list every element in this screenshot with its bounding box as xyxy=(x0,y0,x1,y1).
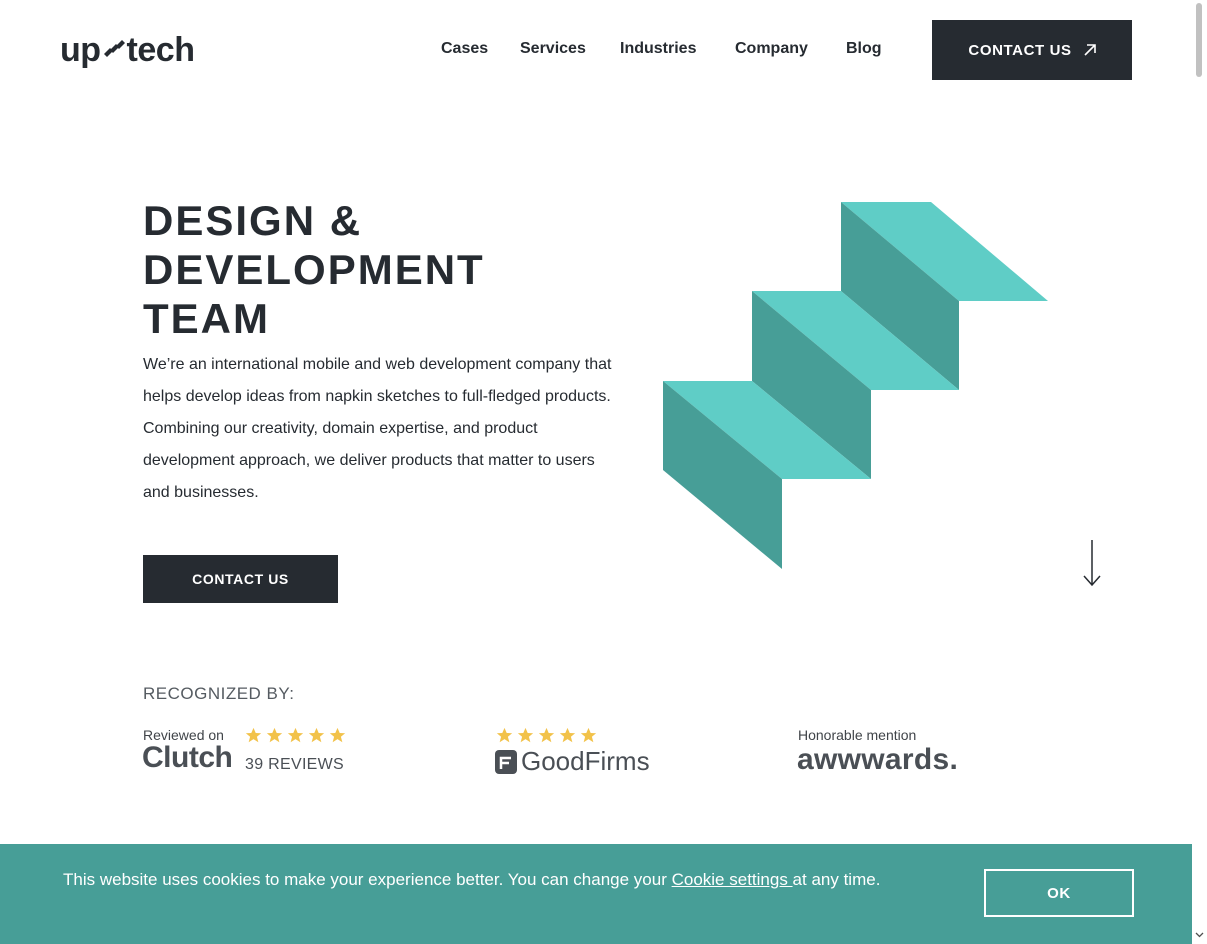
logo-text-left: up xyxy=(60,30,101,69)
clutch-logo: Clutch xyxy=(142,741,233,774)
star-icon xyxy=(538,727,555,743)
hero-contact-button[interactable]: CONTACT US xyxy=(143,555,338,603)
star-icon xyxy=(517,727,534,743)
arrow-up-right-icon xyxy=(1084,44,1096,56)
hero-title-line: TEAM xyxy=(143,295,270,342)
star-icon xyxy=(287,727,304,743)
cookie-text-before: This website uses cookies to make your e… xyxy=(63,870,672,889)
nav-item-company[interactable]: Company xyxy=(735,40,808,58)
recognized-heading: RECOGNIZED BY: xyxy=(143,684,295,703)
goodfirms-icon xyxy=(495,749,517,774)
arrow-down-icon[interactable] xyxy=(1081,538,1103,588)
star-icon xyxy=(580,727,597,743)
cookie-message: This website uses cookies to make your e… xyxy=(63,870,880,890)
chevron-down-icon[interactable] xyxy=(1195,930,1204,939)
star-icon xyxy=(559,727,576,743)
site-header: up tech Cases Services Industries Compan… xyxy=(0,0,1192,100)
logo-mark-icon xyxy=(103,40,125,57)
page-scrollbar[interactable] xyxy=(1192,0,1207,944)
nav-item-blog[interactable]: Blog xyxy=(846,40,882,58)
cookie-ok-button[interactable]: OK xyxy=(984,869,1134,917)
nav-item-services[interactable]: Services xyxy=(520,40,586,58)
star-icon xyxy=(245,727,262,743)
hero-title-line: DEVELOPMENT xyxy=(143,246,485,293)
header-contact-label: CONTACT US xyxy=(968,41,1072,59)
awwwards-logo: awwwards. xyxy=(797,743,959,776)
site-logo[interactable]: up tech xyxy=(60,30,195,70)
cookie-banner: This website uses cookies to make your e… xyxy=(0,844,1192,944)
clutch-stars xyxy=(245,727,346,744)
hero-contact-label: CONTACT US xyxy=(192,571,289,587)
star-icon xyxy=(308,727,325,743)
hero-title-line: DESIGN & xyxy=(143,197,363,244)
logo-text-right: tech xyxy=(126,30,195,69)
hero-title: DESIGN & DEVELOPMENT TEAM xyxy=(143,196,563,343)
star-icon xyxy=(329,727,346,743)
stairs-illustration xyxy=(663,202,1048,569)
header-contact-button[interactable]: CONTACT US xyxy=(932,20,1132,80)
nav-item-industries[interactable]: Industries xyxy=(620,40,696,58)
goodfirms-stars xyxy=(496,727,597,744)
scrollbar-thumb[interactable] xyxy=(1196,3,1202,77)
star-icon xyxy=(496,727,513,743)
goodfirms-wordmark: GoodFirms xyxy=(521,746,650,776)
clutch-review-count: 39 REVIEWS xyxy=(245,756,345,773)
hero-description: We’re an international mobile and web de… xyxy=(143,356,612,501)
star-icon xyxy=(266,727,283,743)
cookie-text-after: at any time. xyxy=(792,870,881,889)
awwwards-label: Honorable mention xyxy=(798,727,917,743)
cookie-settings-link[interactable]: Cookie settings xyxy=(672,870,793,889)
goodfirms-logo: GoodFirms xyxy=(495,746,650,777)
nav-item-cases[interactable]: Cases xyxy=(441,40,488,58)
